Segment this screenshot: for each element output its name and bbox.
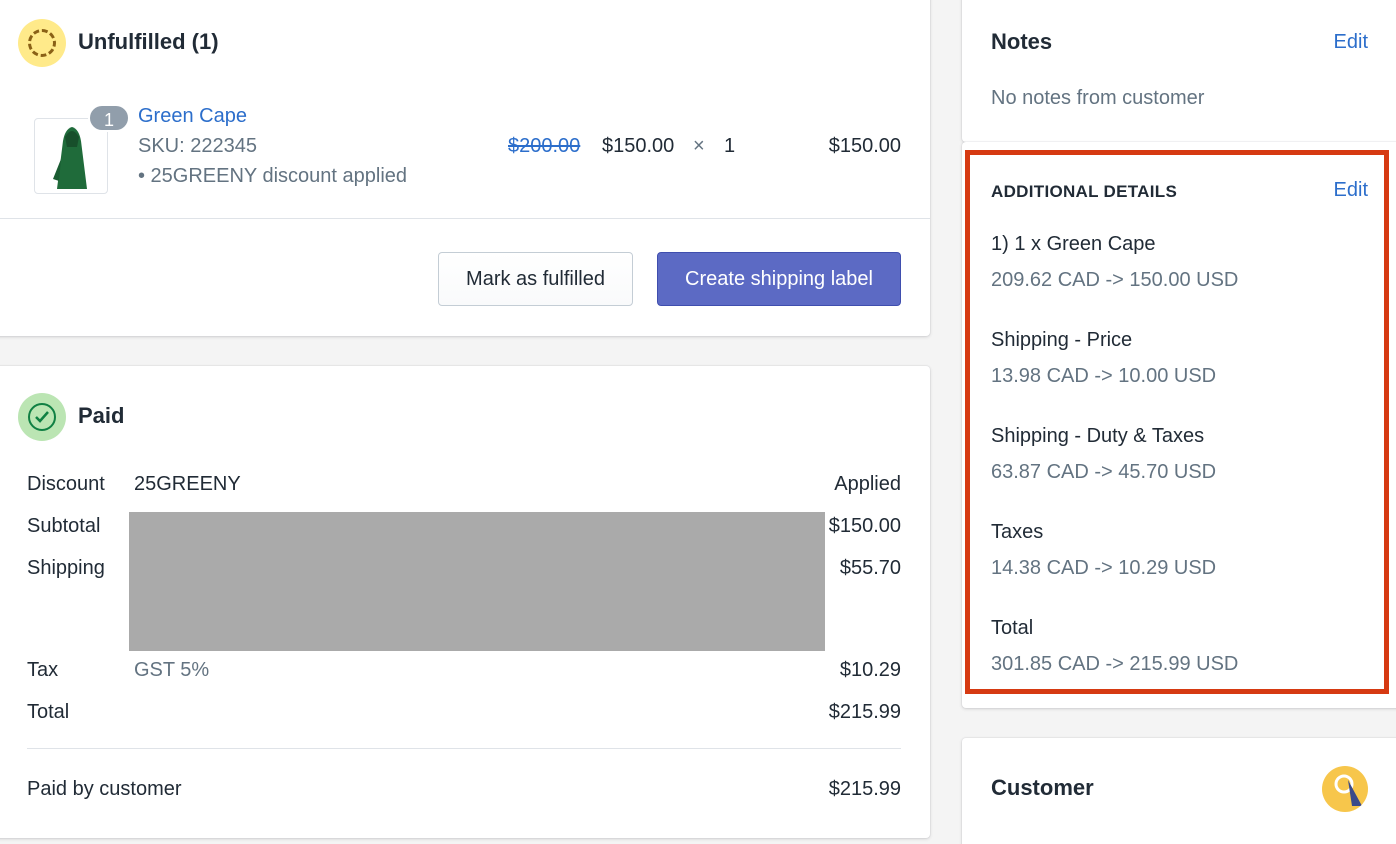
notes-title: Notes — [991, 29, 1053, 54]
additional-details-title: ADDITIONAL DETAILS — [991, 182, 1178, 201]
detail-value: 301.85 CAD -> 215.99 USD — [991, 653, 1239, 675]
total-label: Total — [27, 701, 70, 723]
original-price: $200.00 — [508, 135, 581, 157]
divider — [27, 748, 901, 749]
notes-edit-link[interactable]: Edit — [1334, 31, 1368, 54]
discount-amount: Applied — [834, 473, 901, 495]
shipping-label: Shipping — [27, 557, 105, 579]
divider — [0, 218, 930, 219]
customer-title: Customer — [991, 775, 1094, 800]
unfulfilled-title: Unfulfilled (1) — [78, 29, 219, 54]
shipping-amount: $55.70 — [839, 557, 901, 579]
product-sku: SKU: 222345 — [138, 135, 257, 157]
paid-title: Paid — [78, 403, 125, 428]
unit-price: $150.00 — [602, 135, 675, 157]
redacted-area — [129, 512, 825, 651]
tax-label: Tax — [27, 659, 59, 681]
paid-by-customer-label: Paid by customer — [27, 778, 182, 800]
tax-amount: $10.29 — [839, 659, 901, 681]
customer-avatar[interactable] — [1322, 766, 1368, 812]
discount-code: 25GREENY — [134, 473, 241, 495]
paid-by-customer-amount: $215.99 — [828, 778, 901, 800]
notes-card — [962, 0, 1396, 142]
detail-value: 14.38 CAD -> 10.29 USD — [991, 557, 1217, 579]
detail-value: 209.62 CAD -> 150.00 USD — [991, 269, 1239, 291]
subtotal-amount: $150.00 — [828, 515, 901, 537]
detail-label: Shipping - Duty & Taxes — [991, 425, 1205, 447]
detail-label: Shipping - Price — [991, 329, 1133, 351]
total-amount: $215.99 — [828, 701, 901, 723]
tax-detail: GST 5% — [134, 659, 210, 681]
detail-value: 63.87 CAD -> 45.70 USD — [991, 461, 1217, 483]
quantity-badge: 1 — [88, 104, 130, 132]
detail-label: Total — [991, 617, 1034, 639]
additional-details-edit-link[interactable]: Edit — [1334, 179, 1368, 202]
paid-status-icon — [18, 393, 66, 441]
notes-body: No notes from customer — [991, 87, 1205, 109]
detail-value: 13.98 CAD -> 10.00 USD — [991, 365, 1217, 387]
discount-label: Discount — [27, 473, 105, 495]
mark-as-fulfilled-button[interactable]: Mark as fulfilled — [438, 252, 633, 306]
item-quantity: 1 — [724, 135, 736, 157]
create-shipping-label-button[interactable]: Create shipping label — [657, 252, 901, 306]
subtotal-label: Subtotal — [27, 515, 101, 537]
product-name-link[interactable]: Green Cape — [138, 105, 247, 128]
unfulfilled-status-icon — [18, 19, 66, 67]
discount-note: • 25GREENY discount applied — [138, 165, 408, 187]
times-sign: × — [693, 135, 705, 157]
detail-label: 1) 1 x Green Cape — [991, 233, 1156, 255]
detail-label: Taxes — [991, 521, 1044, 543]
line-total: $150.00 — [828, 135, 901, 157]
